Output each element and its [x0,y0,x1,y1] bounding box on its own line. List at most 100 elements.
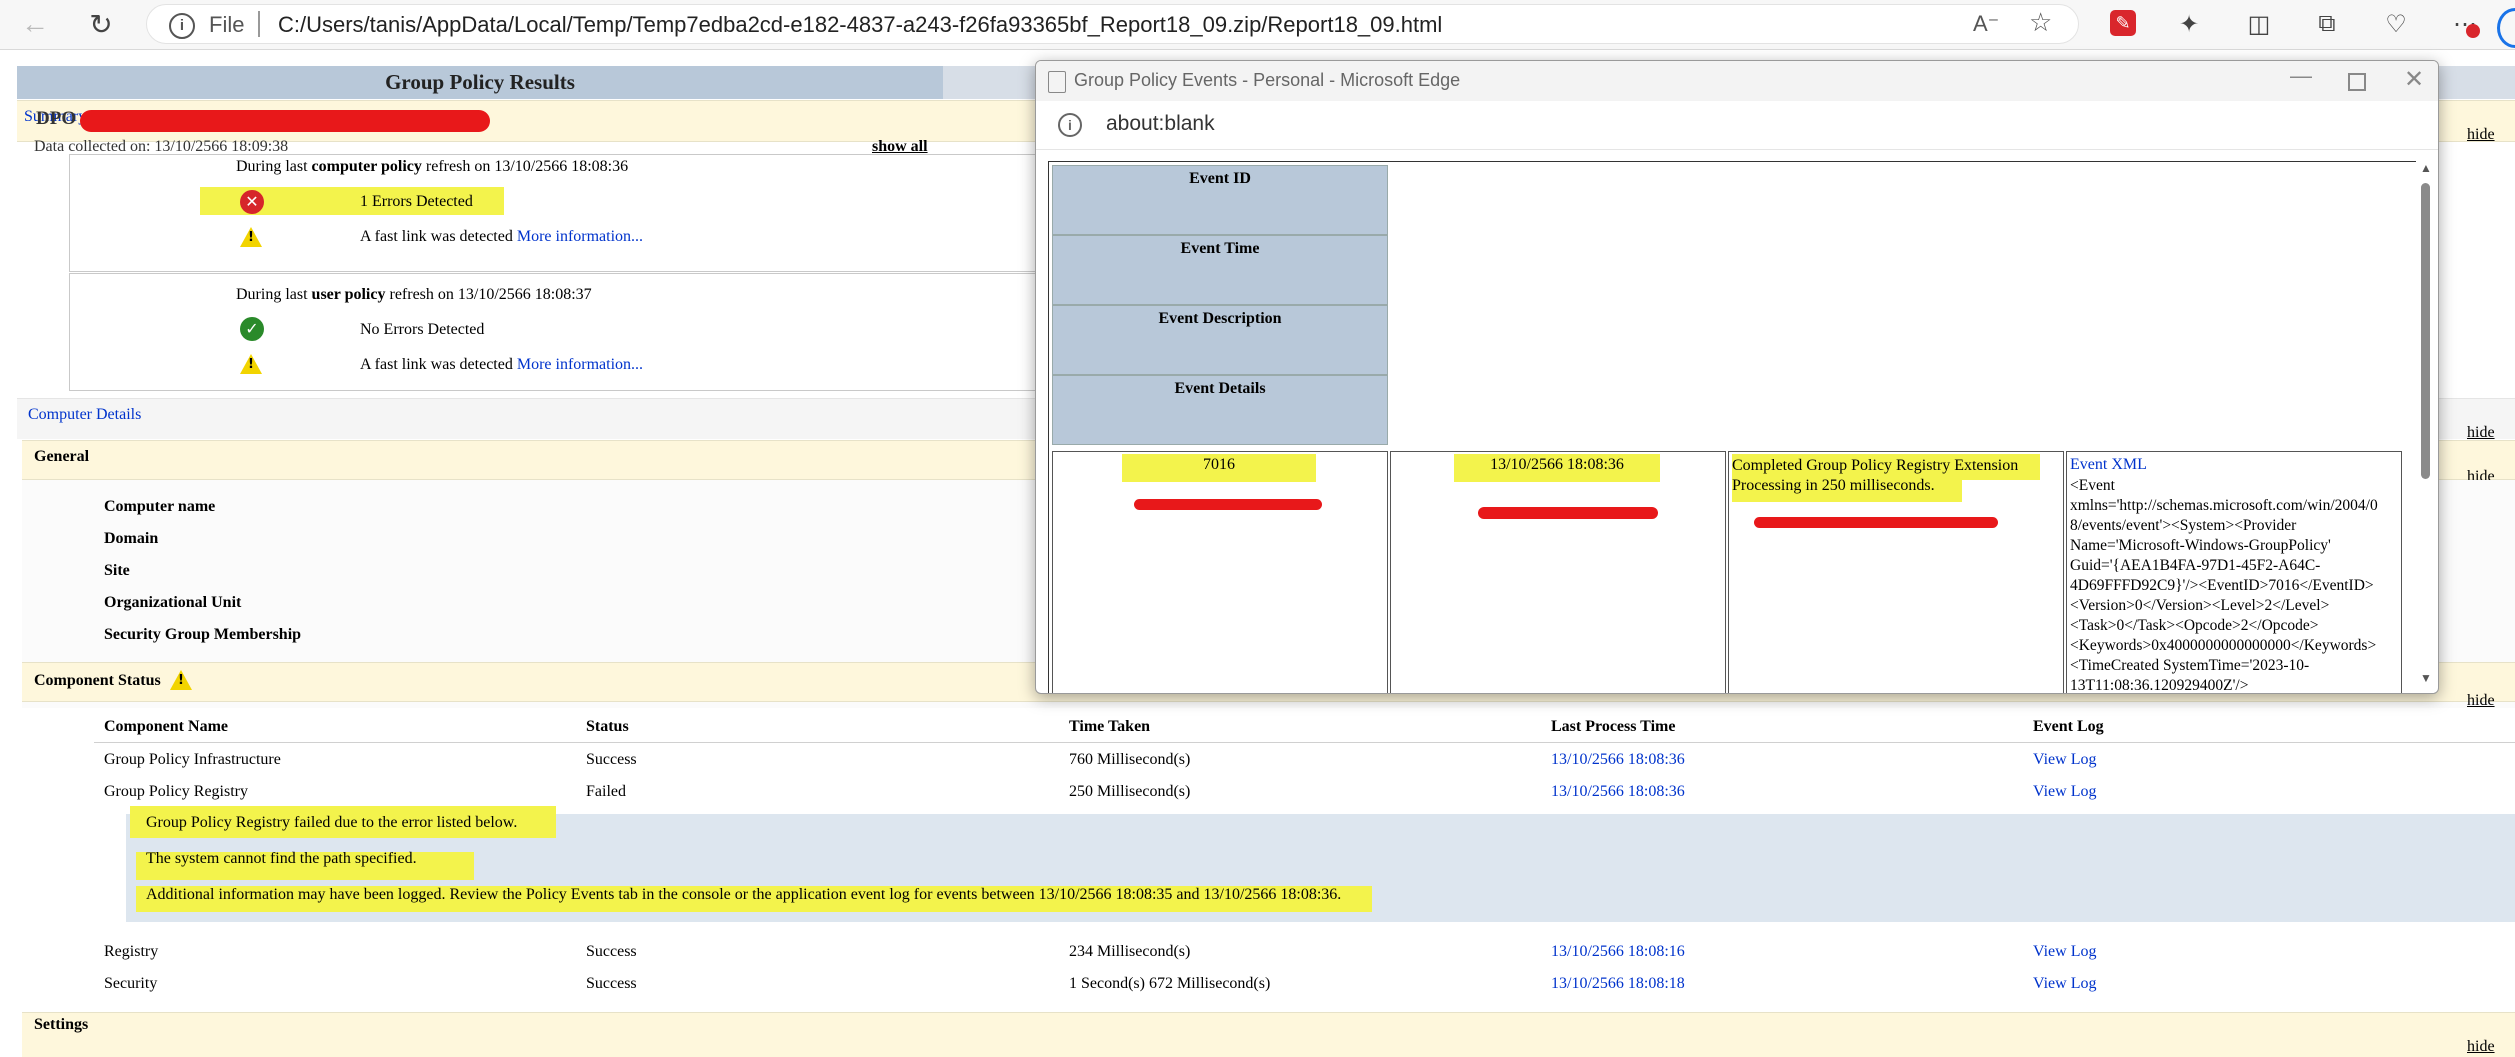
event-xml-text: <Event xmlns='http://schemas.microsoft.c… [2070,477,2378,694]
popup-titlebar: Group Policy Events - Personal - Microso… [1036,61,2438,101]
row-time: 250 Millisecond(s) [1069,783,1191,800]
collections-icon[interactable]: ⧉ [2306,3,2348,45]
row-status: Success [586,943,637,960]
more-info-link[interactable]: More information... [517,228,643,245]
warning-icon: ! [170,670,192,690]
row-name: Group Policy Registry [104,783,248,800]
event-description-value: Completed Group Policy Registry Extensio… [1732,457,2019,494]
row-status: Success [586,751,637,768]
back-icon[interactable]: ← [14,3,56,45]
hide-link-component[interactable]: hide [2467,692,2495,710]
hide-link-summary[interactable]: hide [2467,126,2495,144]
fast-link-text: A fast link was detected More informatio… [360,228,644,245]
maximize-icon[interactable] [2348,73,2366,91]
minimize-icon[interactable]: — [2290,63,2312,89]
event-time-value: 13/10/2566 18:08:36 [1490,456,1624,473]
header-divider [94,742,2515,743]
cell-event-id [1052,451,1388,693]
browser-toolbar: ← ↻ i File C:/Users/tanis/AppData/Local/… [0,0,2515,50]
view-log-link[interactable]: View Log [2033,751,2096,769]
favorite-star-icon[interactable]: ☆ [2029,7,2052,38]
row-status: Failed [586,783,626,800]
row-last-time-link[interactable]: 13/10/2566 18:08:16 [1551,943,1685,961]
hdr-event-id: Event ID [1052,165,1388,235]
hdr-event-time: Event Time [1052,235,1388,305]
row-time: 1 Second(s) 672 Millisecond(s) [1069,975,1271,992]
errors-detected-text: 1 Errors Detected [360,193,473,210]
scroll-down-icon[interactable]: ▼ [2420,671,2432,685]
profile-avatar[interactable] [2497,8,2515,48]
split-screen-icon[interactable]: ◫ [2238,3,2280,45]
no-errors-text: No Errors Detected [360,321,485,338]
user-refresh-text: During last user policy refresh on 13/10… [236,286,592,303]
col-time-taken: Time Taken [1069,718,1151,735]
scroll-up-icon[interactable]: ▲ [2420,161,2432,175]
field-site: Site [104,562,130,579]
success-check-icon: ✓ [240,317,264,341]
report-title: Group Policy Results [385,70,575,94]
field-ou: Organizational Unit [104,594,242,611]
more-menu-icon[interactable]: ⋯ [2444,3,2486,45]
row-last-time-link[interactable]: 13/10/2566 18:08:36 [1551,783,1685,801]
redaction-mark [1478,507,1658,519]
refresh-icon[interactable]: ↻ [80,3,122,45]
redaction-mark [1134,499,1322,510]
computer-details-heading[interactable]: Computer Details [28,406,141,424]
cell-event-time [1390,451,1726,693]
redaction-mark [80,110,490,132]
row-name: Group Policy Infrastructure [104,751,281,768]
error-icon: ✕ [240,190,264,214]
general-heading[interactable]: General [34,448,89,466]
hdr-event-description: Event Description [1052,305,1388,375]
row-last-time-link[interactable]: 13/10/2566 18:08:36 [1551,751,1685,769]
file-label: File [209,12,245,37]
field-security-groups: Security Group Membership [104,626,302,643]
view-log-link[interactable]: View Log [2033,975,2096,993]
close-icon[interactable]: ✕ [2404,65,2424,94]
warning-icon: ! [240,354,262,374]
view-log-link[interactable]: View Log [2033,943,2096,961]
notification-badge [2466,24,2480,38]
error-line-1: Group Policy Registry failed due to the … [146,814,518,831]
row-name: Security [104,975,158,992]
error-line-3: Additional information may have been log… [146,886,1342,903]
popup-scrollbar[interactable]: ▲ ▼ [2416,161,2434,693]
popup-url[interactable]: about:blank [1106,112,1215,136]
row-time: 760 Millisecond(s) [1069,751,1191,768]
scrollbar-thumb[interactable] [2421,183,2430,479]
read-aloud-icon[interactable]: A⁻ [1973,11,1999,37]
fast-link-text-user: A fast link was detected More informatio… [360,356,644,373]
field-domain: Domain [104,530,159,547]
row-status: Success [586,975,637,992]
event-xml-link[interactable]: Event XML [2070,456,2147,474]
extension-pdf-icon[interactable]: ✎ [2110,10,2136,36]
component-status-heading[interactable]: Component Status [34,672,161,690]
report-title-band: Group Policy Results [17,66,943,100]
settings-heading[interactable]: Settings [34,1016,88,1034]
event-id-value: 7016 [1203,456,1235,473]
info-icon[interactable]: i [1058,113,1082,137]
computer-refresh-text: During last computer policy refresh on 1… [236,158,629,175]
view-log-link[interactable]: View Log [2033,783,2096,801]
row-name: Registry [104,943,159,960]
event-popup-window: Group Policy Events - Personal - Microso… [1035,60,2439,694]
info-icon[interactable]: i [169,13,195,39]
col-component-name: Component Name [104,718,228,735]
col-status: Status [586,718,629,735]
address-bar[interactable]: i File C:/Users/tanis/AppData/Local/Temp… [146,4,2079,44]
hide-link-settings[interactable]: hide [2467,1038,2495,1056]
extensions-puzzle-icon[interactable]: ✦ [2168,3,2210,45]
redaction-mark [1754,517,1998,528]
row-time: 234 Millisecond(s) [1069,943,1191,960]
user-name-partial: DPO [36,108,77,129]
row-last-time-link[interactable]: 13/10/2566 18:08:18 [1551,975,1685,993]
more-info-link[interactable]: More information... [517,356,643,373]
url-text[interactable]: C:/Users/tanis/AppData/Local/Temp/Temp7e… [278,12,1442,38]
browser-essentials-icon[interactable]: ♡ [2375,3,2417,45]
hdr-event-details: Event Details [1052,375,1388,445]
field-computer-name: Computer name [104,498,216,515]
popup-address-row: i about:blank [1036,101,2438,150]
settings-band [22,1012,2515,1057]
error-line-2: The system cannot find the path specifie… [146,850,417,867]
col-event-log: Event Log [2033,718,2104,735]
